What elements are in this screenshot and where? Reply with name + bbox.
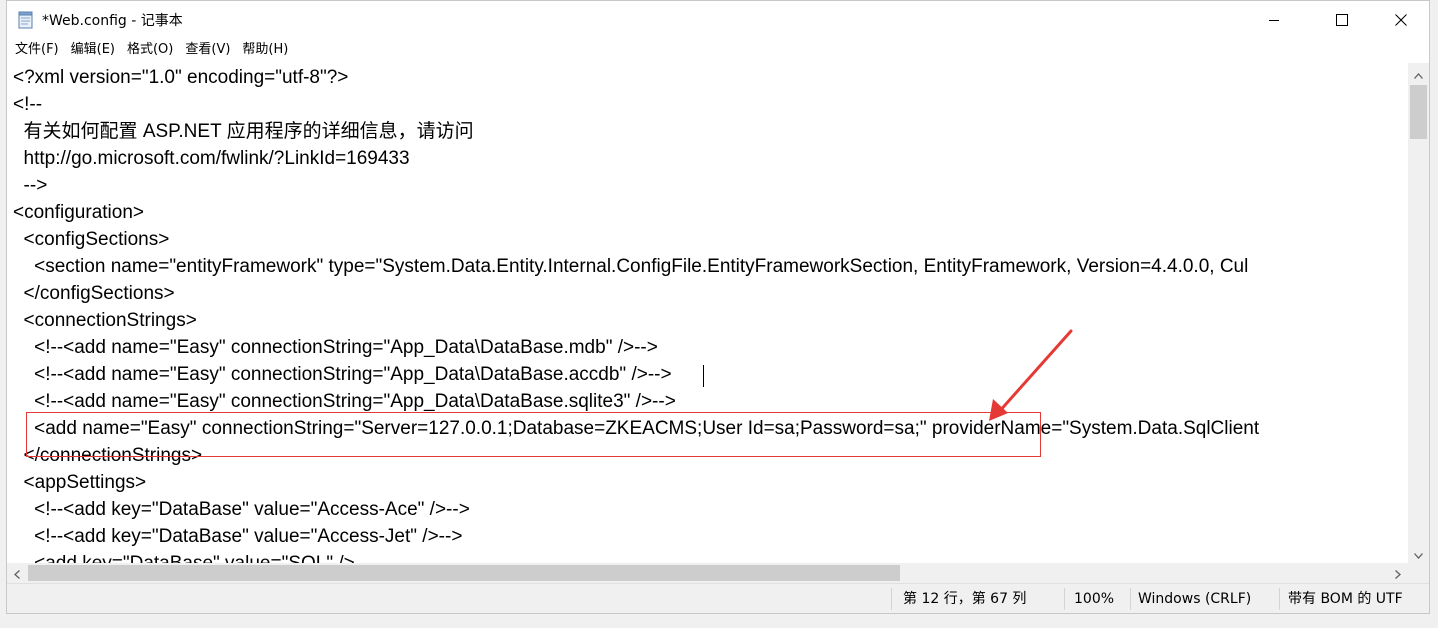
minimize-button[interactable]: [1251, 1, 1297, 39]
line-ending: Windows (CRLF): [1138, 591, 1252, 607]
text-line: <section name="entityFramework" type="Sy…: [13, 256, 1249, 277]
text-line: <configSections>: [13, 229, 170, 250]
scroll-left-button[interactable]: [7, 563, 27, 583]
text-line: </connectionStrings>: [13, 445, 203, 466]
menu-file[interactable]: 文件(F): [9, 39, 65, 61]
text-line: <configuration>: [13, 202, 144, 223]
close-icon: [1395, 14, 1407, 26]
text-line: <?xml version="1.0" encoding="utf-8"?>: [13, 67, 349, 88]
text-caret: [703, 365, 704, 387]
zoom-level: 100%: [1074, 591, 1115, 607]
text-editor[interactable]: <?xml version="1.0" encoding="utf-8"?> <…: [7, 63, 1408, 563]
title-bar[interactable]: *Web.config - 记事本: [7, 1, 1429, 39]
vertical-scroll-thumb[interactable]: [1410, 85, 1427, 139]
menu-view[interactable]: 查看(V): [179, 39, 236, 61]
text-line: <add key="DataBase" value="SQL" />: [13, 550, 355, 563]
status-divider: [1064, 588, 1065, 610]
text-line: <!--<add name="Easy" connectionString="A…: [13, 391, 676, 412]
horizontal-scrollbar[interactable]: [7, 563, 1408, 583]
scroll-down-button[interactable]: [1408, 543, 1429, 563]
maximize-button[interactable]: [1319, 1, 1365, 39]
window-title: *Web.config - 记事本: [42, 13, 183, 29]
menu-help[interactable]: 帮助(H): [236, 39, 294, 61]
chevron-down-icon: [1414, 544, 1423, 563]
file-encoding: 带有 BOM 的 UTF: [1288, 591, 1403, 607]
notepad-window: *Web.config - 记事本 文件(F) 编辑(E) 格式(O) 查看(V…: [6, 0, 1430, 614]
text-line: <!--: [13, 94, 43, 115]
text-line: http://go.microsoft.com/fwlink/?LinkId=1…: [13, 148, 410, 169]
text-line: <appSettings>: [13, 472, 147, 493]
vertical-scrollbar[interactable]: [1408, 63, 1429, 563]
text-line: 有关如何配置 ASP.NET 应用程序的详细信息，请访问: [13, 121, 474, 142]
horizontal-scroll-thumb[interactable]: [28, 565, 900, 581]
notepad-icon: [18, 11, 35, 29]
menu-edit[interactable]: 编辑(E): [65, 39, 121, 61]
minimize-icon: [1268, 14, 1280, 26]
cursor-position: 第 12 行，第 67 列: [903, 591, 1027, 607]
chevron-up-icon: [1414, 64, 1423, 83]
text-line: </configSections>: [13, 283, 175, 304]
status-divider: [1279, 588, 1280, 610]
text-line: <!--<add key="DataBase" value="Access-Je…: [13, 526, 463, 547]
maximize-icon: [1336, 14, 1348, 26]
text-line: <!--<add key="DataBase" value="Access-Ac…: [13, 499, 470, 520]
chevron-right-icon: [1395, 564, 1401, 583]
menu-bar: 文件(F) 编辑(E) 格式(O) 查看(V) 帮助(H): [7, 39, 1429, 61]
status-bar: 第 12 行，第 67 列 100% Windows (CRLF) 带有 BOM…: [7, 583, 1429, 613]
text-line: <add name="Easy" connectionString="Serve…: [13, 418, 1260, 439]
text-line: <!--<add name="Easy" connectionString="A…: [13, 364, 672, 385]
text-line: <!--<add name="Easy" connectionString="A…: [13, 337, 658, 358]
scrollbar-corner: [1408, 563, 1429, 583]
status-divider: [891, 588, 892, 610]
text-line: <connectionStrings>: [13, 310, 197, 331]
scroll-up-button[interactable]: [1408, 63, 1429, 83]
status-divider: [1130, 588, 1131, 610]
text-line: -->: [13, 175, 48, 196]
close-button[interactable]: [1378, 1, 1424, 39]
scroll-right-button[interactable]: [1388, 563, 1408, 583]
menu-format[interactable]: 格式(O): [121, 39, 179, 61]
chevron-left-icon: [14, 564, 20, 583]
